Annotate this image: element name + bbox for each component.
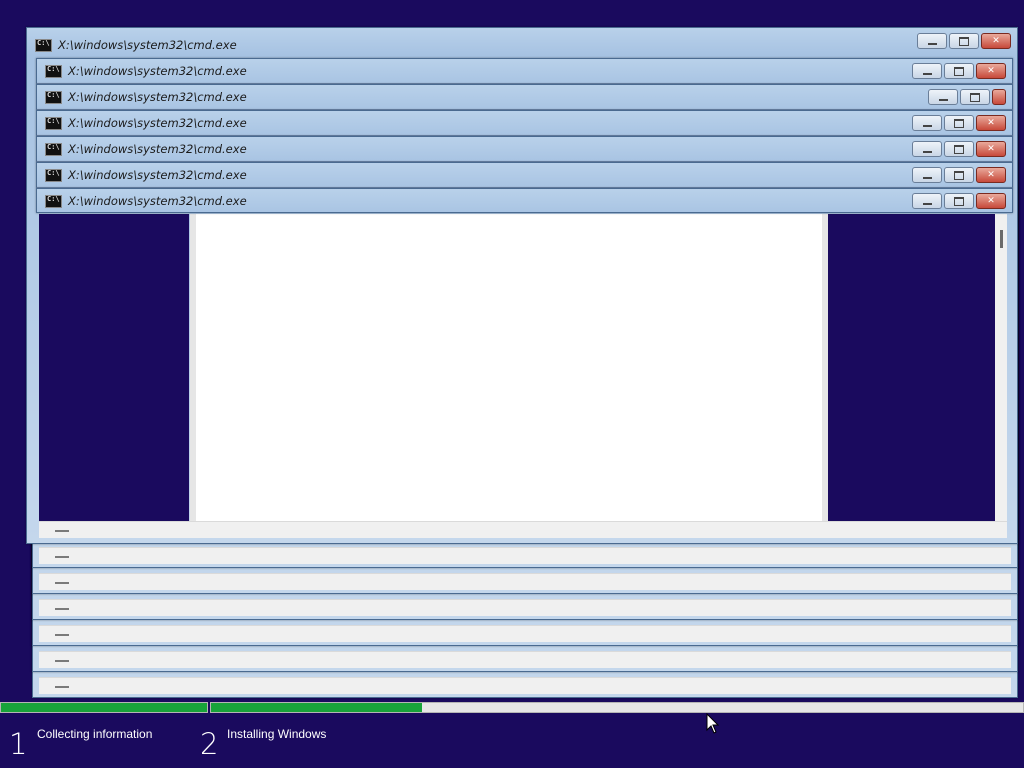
window-title: X:\windows\system32\cmd.exe: [68, 142, 247, 156]
minimize-icon: [922, 124, 932, 127]
close-icon: ✕: [987, 65, 995, 76]
minimize-button[interactable]: [912, 141, 942, 157]
dash-icon: [55, 634, 69, 636]
window-title: X:\windows\system32\cmd.exe: [68, 64, 247, 78]
minimize-icon: [922, 150, 932, 153]
minimize-button[interactable]: [928, 89, 958, 105]
cmd-icon: C:\: [35, 38, 52, 52]
cmd-titlebar-5[interactable]: C:\ X:\windows\system32\cmd.exe ✕: [36, 136, 1013, 162]
minimize-button[interactable]: [912, 115, 942, 131]
progress-fill-2: [211, 703, 423, 712]
status-strip: [39, 521, 1007, 538]
close-icon: ✕: [987, 195, 995, 206]
cmd-icon: C:\: [45, 142, 62, 156]
window-title: X:\windows\system32\cmd.exe: [68, 194, 247, 208]
cmd-titlebar-2[interactable]: C:\ X:\windows\system32\cmd.exe ✕: [36, 58, 1013, 84]
step-number-2: 2: [200, 727, 219, 761]
maximize-button[interactable]: [944, 141, 974, 157]
dash-icon: [55, 608, 69, 610]
maximize-icon: [954, 144, 964, 154]
cmd-titlebar-4[interactable]: C:\ X:\windows\system32\cmd.exe ✕: [36, 110, 1013, 136]
cmd-icon: C:\: [45, 90, 62, 104]
console-area-right: [828, 214, 995, 521]
minimize-button[interactable]: [912, 193, 942, 209]
close-icon: ✕: [987, 117, 995, 128]
setup-progress: [0, 702, 1024, 713]
dash-icon: [55, 582, 69, 584]
maximize-button[interactable]: [944, 167, 974, 183]
maximize-button[interactable]: [949, 33, 979, 49]
minimize-icon: [922, 72, 932, 75]
window-title: X:\windows\system32\cmd.exe: [58, 38, 237, 52]
minimize-button[interactable]: [912, 63, 942, 79]
close-button[interactable]: ✕: [976, 193, 1006, 209]
vertical-scrollbar[interactable]: [995, 214, 1007, 521]
maximize-button[interactable]: [944, 193, 974, 209]
status-strip: [39, 547, 1011, 564]
progress-fill-1: [1, 703, 207, 712]
step-label-2: Installing Windows: [227, 727, 327, 741]
step-label-1: Collecting information: [37, 727, 153, 741]
minimize-button[interactable]: [917, 33, 947, 49]
cmd-icon: C:\: [45, 168, 62, 182]
progress-segment-1: [0, 702, 208, 713]
cmd-icon: C:\: [45, 194, 62, 208]
status-strip: [39, 573, 1011, 590]
status-strip: [39, 599, 1011, 616]
window-title: X:\windows\system32\cmd.exe: [68, 168, 247, 182]
progress-segment-2: [210, 702, 1024, 713]
close-button[interactable]: ✕: [976, 141, 1006, 157]
maximize-icon: [959, 36, 969, 46]
close-icon: ✕: [987, 143, 995, 154]
close-button[interactable]: ✕: [976, 63, 1006, 79]
dash-icon: [55, 556, 69, 558]
minimize-icon: [938, 98, 948, 101]
console-area-white: [190, 214, 828, 521]
maximize-icon: [954, 118, 964, 128]
maximize-icon: [954, 66, 964, 76]
close-button[interactable]: ✕: [976, 167, 1006, 183]
close-button[interactable]: ✕: [981, 33, 1011, 49]
maximize-button[interactable]: [960, 89, 990, 105]
cmd-titlebar-7[interactable]: C:\ X:\windows\system32\cmd.exe ✕: [36, 188, 1013, 213]
window-title: X:\windows\system32\cmd.exe: [68, 90, 247, 104]
status-strip: [39, 651, 1011, 668]
minimize-icon: [927, 42, 937, 45]
close-icon: ✕: [992, 35, 1000, 46]
maximize-button[interactable]: [944, 63, 974, 79]
maximize-icon: [970, 92, 980, 102]
cmd-titlebar-6[interactable]: C:\ X:\windows\system32\cmd.exe ✕: [36, 162, 1013, 188]
close-icon: ✕: [987, 169, 995, 180]
title-bar[interactable]: C:\ X:\windows\system32\cmd.exe ✕: [27, 33, 1017, 57]
dash-icon: [55, 530, 69, 532]
cmd-icon: C:\: [45, 64, 62, 78]
console-area-left: [39, 214, 189, 521]
dash-icon: [55, 660, 69, 662]
step-number-1: 1: [9, 727, 28, 761]
minimize-button[interactable]: [912, 167, 942, 183]
cmd-icon: C:\: [45, 116, 62, 130]
maximize-icon: [954, 170, 964, 180]
minimize-icon: [922, 202, 932, 205]
minimize-icon: [922, 176, 932, 179]
window-title: X:\windows\system32\cmd.exe: [68, 116, 247, 130]
status-strip: [39, 677, 1011, 694]
mouse-cursor-icon: [706, 713, 720, 734]
close-button[interactable]: [992, 89, 1006, 105]
status-strip: [39, 625, 1011, 642]
scroll-thumb[interactable]: [1000, 230, 1003, 248]
maximize-icon: [954, 196, 964, 206]
dash-icon: [55, 686, 69, 688]
maximize-button[interactable]: [944, 115, 974, 131]
close-button[interactable]: ✕: [976, 115, 1006, 131]
cmd-titlebar-3[interactable]: C:\ X:\windows\system32\cmd.exe: [36, 84, 1013, 110]
